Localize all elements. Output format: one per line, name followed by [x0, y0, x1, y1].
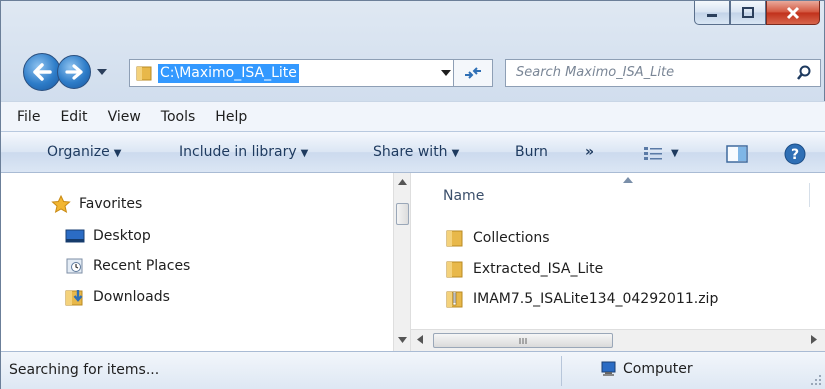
minimize-button[interactable] [694, 1, 730, 25]
nav-favorites-label: Favorites [79, 196, 143, 212]
file-list-scrollbar[interactable] [411, 329, 825, 351]
nav-item-label: Downloads [93, 289, 170, 305]
view-list-icon [644, 147, 662, 160]
address-row: C:\Maximo_ISA_Lite Search Maximo_ISA_Lit… [1, 43, 825, 101]
content-area: Favorites Desktop Recent Places Download… [1, 173, 825, 351]
search-icon[interactable] [796, 65, 812, 81]
nav-item-downloads[interactable]: Downloads [65, 288, 170, 306]
status-zone: Computer [599, 361, 693, 377]
refresh-button[interactable] [453, 59, 493, 87]
change-view-button[interactable]: ▼ [643, 145, 679, 161]
file-list-pane: Name Collections Extracted_ISA_Lite IMAM… [411, 173, 825, 351]
file-row-collections[interactable]: Collections [445, 228, 550, 248]
address-bar[interactable]: C:\Maximo_ISA_Lite [129, 59, 484, 87]
more-commands-button[interactable]: » [585, 144, 594, 160]
maximize-button[interactable] [730, 1, 766, 25]
scrollbar-thumb[interactable] [433, 333, 613, 348]
menu-view[interactable]: View [108, 109, 141, 125]
explorer-window: C:\Maximo_ISA_Lite Search Maximo_ISA_Lit… [0, 0, 825, 389]
menu-help[interactable]: Help [215, 109, 247, 125]
maximize-icon [742, 6, 754, 18]
zip-folder-icon [446, 291, 463, 308]
scrollbar-thumb[interactable] [396, 203, 409, 225]
star-icon [51, 195, 71, 213]
recent-pages-dropdown[interactable] [95, 65, 109, 79]
folder-icon [446, 230, 463, 247]
nav-favorites[interactable]: Favorites [51, 195, 142, 213]
burn-button[interactable]: Burn [515, 144, 548, 160]
menu-tools[interactable]: Tools [161, 109, 196, 125]
status-divider [561, 356, 562, 386]
grip-icon [519, 337, 527, 344]
organize-label: Organize [47, 144, 110, 160]
chevron-down-icon: ▼ [451, 148, 460, 159]
navigation-pane: Favorites Desktop Recent Places Download… [1, 173, 393, 351]
recent-places-icon [66, 258, 83, 274]
status-text: Searching for items... [9, 362, 160, 378]
organize-button[interactable]: Organize ▼ [47, 144, 121, 160]
share-with-button[interactable]: Share with ▼ [373, 144, 459, 160]
nav-item-desktop[interactable]: Desktop [65, 227, 151, 245]
status-zone-label: Computer [623, 361, 693, 377]
share-with-label: Share with [373, 144, 448, 160]
file-name: IMAM7.5_ISALite134_04292011.zip [473, 291, 719, 307]
scroll-up-icon[interactable] [398, 179, 407, 186]
file-name: Collections [473, 230, 550, 246]
help-icon[interactable]: ? [784, 143, 806, 165]
search-placeholder: Search Maximo_ISA_Lite [516, 65, 675, 80]
minimize-icon [707, 13, 717, 17]
caption-buttons [694, 1, 820, 25]
menu-bar: File Edit View Tools Help [1, 101, 825, 131]
column-header-name[interactable]: Name [443, 188, 484, 204]
close-button[interactable] [766, 1, 820, 25]
file-name: Extracted_ISA_Lite [473, 261, 604, 277]
folder-icon [136, 66, 152, 81]
command-bar: Organize ▼ Include in library ▼ Share with… [1, 131, 825, 173]
nav-item-label: Desktop [93, 228, 151, 244]
back-button[interactable] [23, 53, 61, 91]
search-box[interactable]: Search Maximo_ISA_Lite [505, 59, 821, 87]
forward-arrow-icon [65, 64, 83, 80]
scroll-left-icon[interactable] [417, 335, 424, 344]
status-bar: Searching for items... Computer [1, 351, 825, 389]
back-arrow-icon [33, 63, 52, 81]
svg-text:?: ? [791, 147, 799, 163]
address-path[interactable]: C:\Maximo_ISA_Lite [158, 64, 299, 83]
file-row-extracted-isa-lite[interactable]: Extracted_ISA_Lite [445, 259, 603, 279]
nav-item-recent-places[interactable]: Recent Places [65, 257, 190, 275]
resize-grip-icon[interactable] [810, 374, 822, 386]
navigation-scrollbar[interactable] [393, 173, 411, 351]
desktop-icon [65, 229, 85, 243]
scroll-right-icon[interactable] [811, 335, 818, 344]
title-bar [1, 1, 825, 43]
chevron-down-icon: ▼ [113, 148, 122, 159]
sort-ascending-icon [623, 177, 633, 183]
menu-edit[interactable]: Edit [60, 109, 87, 125]
column-divider[interactable] [809, 183, 810, 207]
address-dropdown-icon[interactable] [441, 69, 451, 77]
chevron-down-icon: ▼ [671, 147, 679, 159]
folder-icon [446, 261, 463, 278]
refresh-icon [465, 67, 481, 79]
close-icon [786, 6, 800, 19]
chevron-down-icon: ▼ [300, 148, 309, 159]
include-in-library-label: Include in library [179, 144, 297, 160]
downloads-icon [65, 290, 83, 306]
preview-pane-icon[interactable] [726, 145, 748, 163]
computer-icon [601, 361, 616, 376]
forward-button[interactable] [57, 55, 91, 89]
include-in-library-button[interactable]: Include in library ▼ [179, 144, 308, 160]
file-row-zip-archive[interactable]: IMAM7.5_ISALite134_04292011.zip [445, 289, 718, 309]
menu-file[interactable]: File [17, 109, 40, 125]
scroll-down-icon[interactable] [398, 337, 407, 344]
nav-item-label: Recent Places [93, 258, 191, 274]
